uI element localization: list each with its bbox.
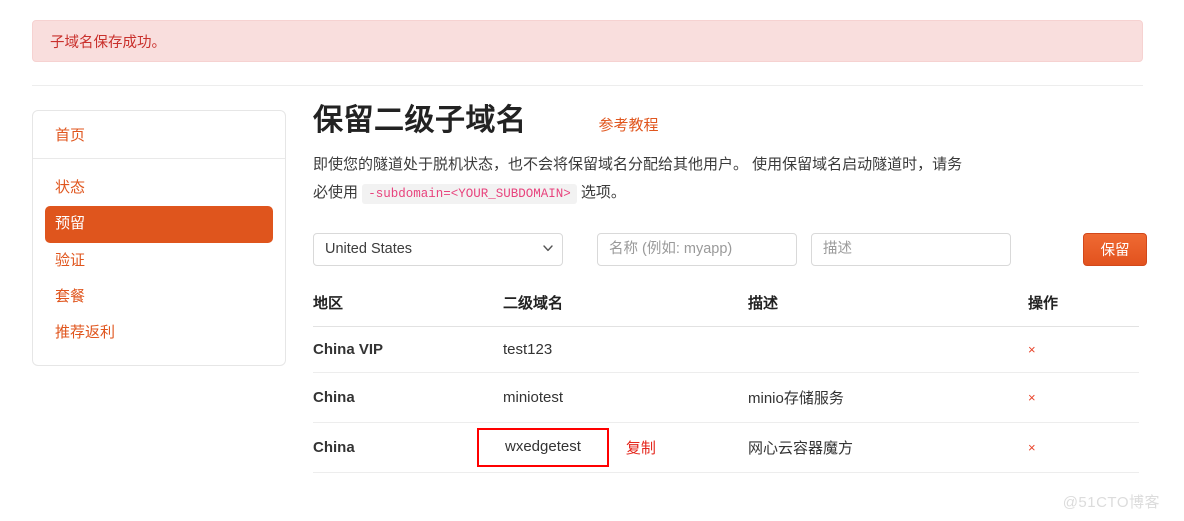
cell-action: × (1028, 326, 1139, 373)
column-header-region: 地区 (313, 291, 503, 327)
column-header-description: 描述 (748, 291, 1028, 327)
page-title: 保留二级子域名 (313, 104, 527, 137)
reserve-form: United States 保留 (313, 232, 1153, 266)
table-row: China wxedgetest 复制 网心云容器魔方 × (313, 422, 1139, 473)
table-row: China VIP test123 × (313, 326, 1139, 373)
sidebar-item-referral[interactable]: 推荐返利 (45, 315, 273, 351)
page-description: 即使您的隧道处于脱机状态，也不会将保留域名分配给其他用户。 使用保留域名启动隧道… (313, 151, 973, 206)
cell-action: × (1028, 422, 1139, 473)
delete-icon[interactable]: × (1028, 342, 1036, 357)
alert-message: 子域名保存成功。 (50, 34, 166, 51)
region-select[interactable]: United States (313, 232, 563, 266)
delete-icon[interactable]: × (1028, 440, 1036, 455)
header-divider (32, 85, 1143, 86)
cell-description: minio存储服务 (748, 372, 1028, 423)
sidebar: 首页 状态 预留 验证 套餐 推荐返利 (32, 110, 286, 367)
region-select-wrapper: United States (313, 232, 563, 266)
watermark: @51CTO博客 (1062, 494, 1160, 511)
sidebar-item-status[interactable]: 状态 (45, 170, 273, 206)
title-row: 保留二级子域名 参考教程 (313, 103, 1153, 138)
cell-region: China (313, 372, 503, 423)
sidebar-header: 首页 (33, 111, 285, 159)
sidebar-item-home[interactable]: 首页 (55, 127, 85, 144)
success-alert: 子域名保存成功。 (32, 20, 1143, 62)
delete-icon[interactable]: × (1028, 390, 1036, 405)
copy-link[interactable]: 复制 (626, 437, 656, 458)
cell-region: China VIP (313, 326, 503, 373)
cell-domain: test123 (503, 326, 748, 373)
subdomain-name-input[interactable] (597, 232, 797, 266)
sidebar-item-reserved[interactable]: 预留 (45, 206, 273, 243)
cell-description: 网心云容器魔方 (748, 422, 1028, 473)
column-header-action: 操作 (1028, 291, 1139, 327)
sidebar-item-plan[interactable]: 套餐 (45, 279, 273, 315)
description-text-2: 选项。 (580, 183, 626, 201)
subdomain-code-snippet: -subdomain=<YOUR_SUBDOMAIN> (362, 183, 577, 204)
subdomain-description-input[interactable] (811, 232, 1011, 266)
table-header-row: 地区 二级域名 描述 操作 (313, 291, 1139, 327)
cell-region: China (313, 422, 503, 473)
sidebar-item-verify[interactable]: 验证 (45, 243, 273, 279)
cell-domain: wxedgetest 复制 (477, 422, 748, 473)
cell-domain: miniotest (503, 372, 748, 423)
reserve-submit-button[interactable]: 保留 (1083, 232, 1147, 266)
highlight-annotation: wxedgetest (477, 428, 609, 467)
sidebar-menu: 状态 预留 验证 套餐 推荐返利 (33, 159, 285, 365)
table-head: 地区 二级域名 描述 操作 (313, 291, 1139, 327)
table-row: China miniotest minio存储服务 × (313, 372, 1139, 423)
column-header-domain: 二级域名 (503, 291, 748, 327)
tutorial-link[interactable]: 参考教程 (599, 114, 659, 135)
cell-action: × (1028, 372, 1139, 423)
cell-description (748, 326, 1028, 373)
main-content: 保留二级子域名 参考教程 即使您的隧道处于脱机状态，也不会将保留域名分配给其他用… (313, 103, 1153, 473)
table-body: China VIP test123 × China miniotest mini… (313, 326, 1139, 473)
domain-cell-wrapper: wxedgetest 复制 (477, 428, 748, 467)
reserved-domains-table: 地区 二级域名 描述 操作 China VIP test123 × China … (313, 291, 1139, 473)
